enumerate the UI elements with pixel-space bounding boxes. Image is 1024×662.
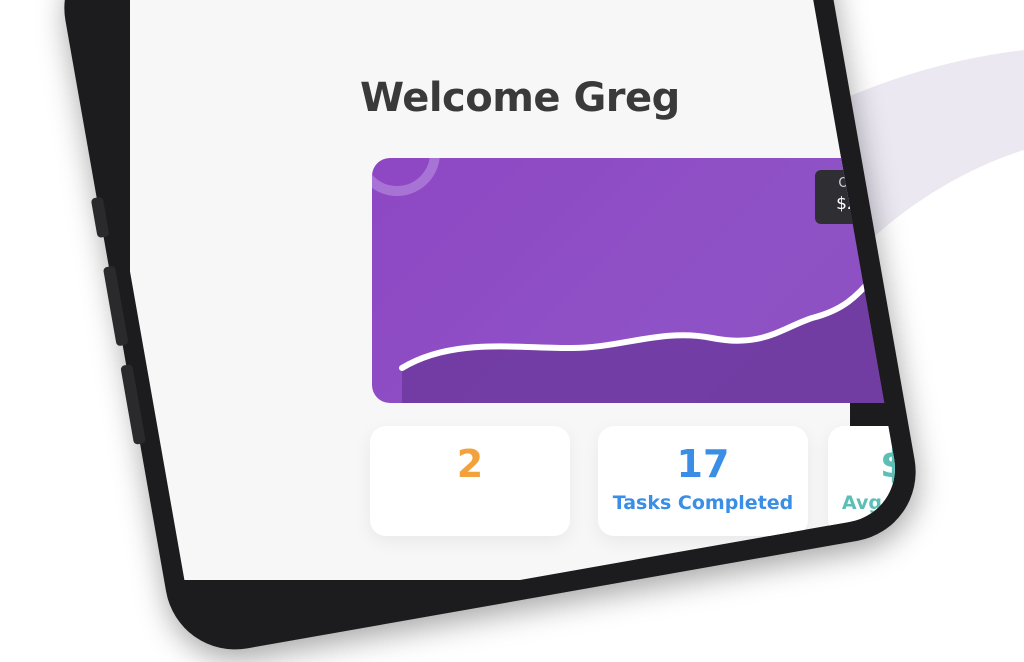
stat-label: Tasks Completed <box>598 492 808 514</box>
chart-decoration-ring <box>372 158 435 191</box>
stat-card[interactable]: 17 Tasks Completed <box>598 426 808 536</box>
stat-value: 17 <box>598 442 808 486</box>
stat-card[interactable]: 2 <box>370 426 570 536</box>
app-screen: Welcome Greg Oct 28 $2.3k 2 <box>130 0 850 580</box>
stat-label: Avg Transactions <box>828 492 904 514</box>
page-title: Welcome Greg <box>360 75 680 121</box>
dashboard-content: Welcome Greg Oct 28 $2.3k 2 <box>120 0 880 630</box>
stat-value: 2 <box>370 442 570 486</box>
stat-value: $120 <box>828 442 904 486</box>
phone-mockup: Welcome Greg Oct 28 $2.3k 2 <box>53 0 926 661</box>
